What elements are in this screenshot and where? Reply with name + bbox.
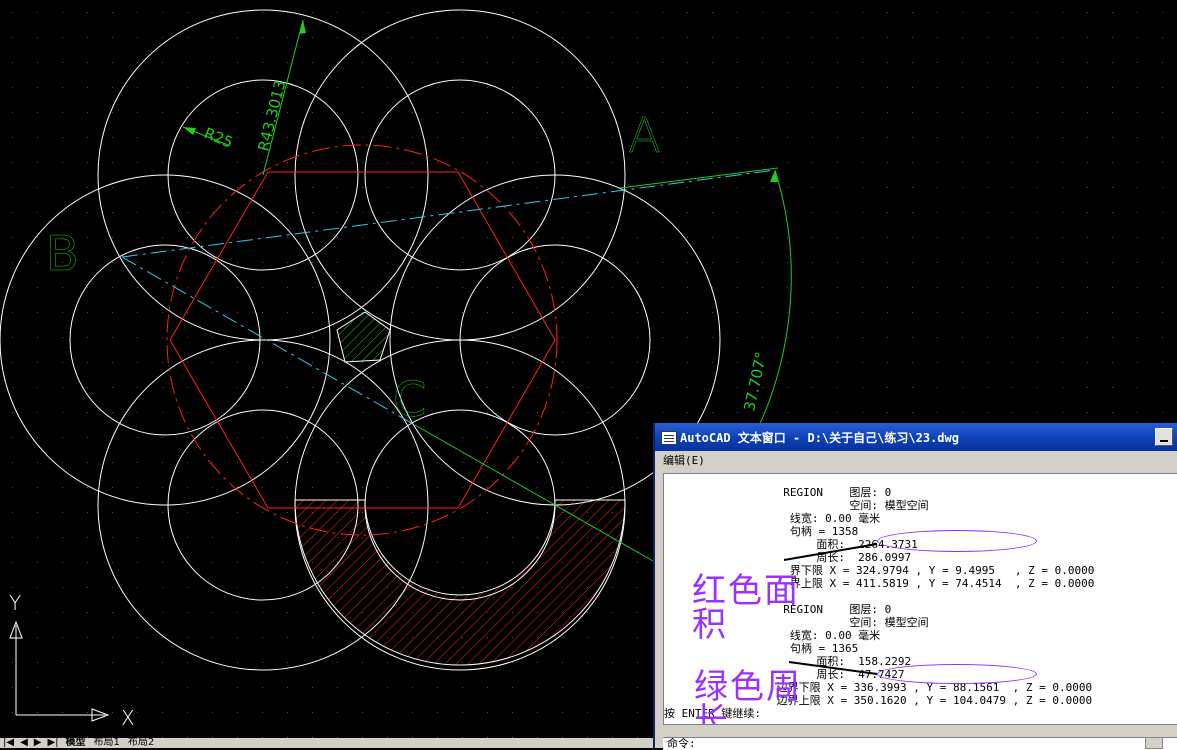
command-label: 命令: <box>667 737 696 750</box>
window-title: AutoCAD 文本窗口 - D:\关于自己\练习\23.dwg <box>680 431 959 445</box>
menu-bar: 编辑(E) <box>655 451 1177 471</box>
tab-nav-first[interactable]: |◀ <box>0 738 17 748</box>
minimize-button[interactable] <box>1155 428 1173 446</box>
label-b: B <box>46 226 79 282</box>
text-window-titlebar[interactable]: AutoCAD 文本窗口 - D:\关于自己\练习\23.dwg <box>655 423 1177 451</box>
tab-nav-next[interactable]: ▶ <box>31 738 45 748</box>
autocad-text-window: AutoCAD 文本窗口 - D:\关于自己\练习\23.dwg 编辑(E) R… <box>653 423 1177 750</box>
ucs-y-label: Y <box>9 591 21 615</box>
window-icon <box>661 431 677 445</box>
tab-nav-prev[interactable]: ◀ <box>17 738 31 748</box>
scroll-left-button[interactable] <box>1145 737 1163 749</box>
command-line[interactable]: 命令: <box>663 737 1177 750</box>
tab-nav-last[interactable]: ▶| <box>44 738 61 748</box>
annotation-green-perimeter: 绿色周长 <box>694 667 802 725</box>
layout-tab-bar: |◀ ◀ ▶ ▶| 模型 布局1 布局2 <box>0 738 660 748</box>
tab-model[interactable]: 模型 <box>62 738 90 748</box>
tab-layout1[interactable]: 布局1 <box>90 738 124 748</box>
menu-edit[interactable]: 编辑(E) <box>663 451 705 471</box>
ucs-x-label: X <box>121 706 135 730</box>
text-output-area[interactable]: REGION 图层: 0 空间: 模型空间 线宽: 0.00 毫米 句柄 = 1… <box>663 473 1177 725</box>
label-c: C <box>393 372 427 428</box>
tab-layout2[interactable]: 布局2 <box>124 738 158 748</box>
label-a: A <box>628 108 661 164</box>
annotation-red-area: 红色面积 <box>692 571 800 645</box>
